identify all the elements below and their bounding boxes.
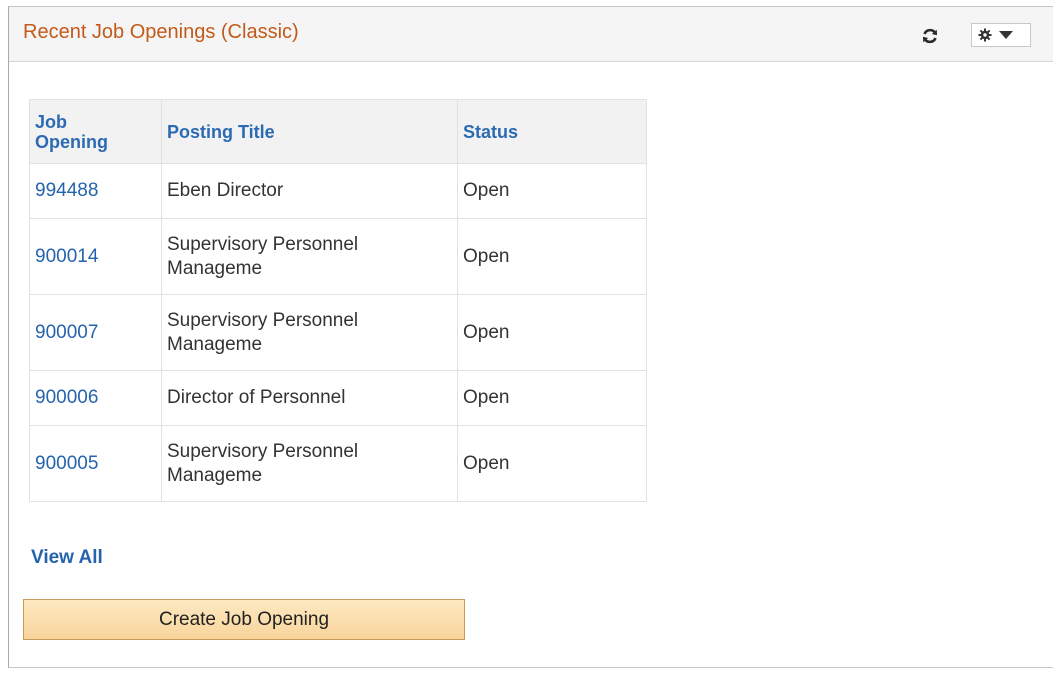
job-opening-cell: 900005 [29, 425, 162, 502]
posting-title-cell: Supervisory Personnel Manageme [161, 294, 458, 371]
column-header-status[interactable]: Status [457, 99, 647, 164]
column-header-job-opening[interactable]: Job Opening [29, 99, 162, 164]
table-row: 900006 Director of Personnel Open [29, 370, 647, 426]
status-cell: Open [457, 294, 647, 371]
status-cell: Open [457, 370, 647, 426]
pagelet-header: Recent Job Openings (Classic) [9, 7, 1053, 62]
job-opening-cell: 900014 [29, 218, 162, 295]
job-opening-cell: 900007 [29, 294, 162, 371]
job-opening-link[interactable]: 900005 [35, 453, 98, 474]
job-opening-link[interactable]: 900007 [35, 322, 98, 343]
job-openings-table: Job Opening Posting Title Status 994488 … [29, 99, 647, 502]
table-row: 900007 Supervisory Personnel Manageme Op… [29, 294, 647, 371]
pagelet-recent-job-openings: Recent Job Openings (Classic) Job Openin… [8, 6, 1053, 668]
posting-title-text: Supervisory Personnel Manageme [167, 233, 359, 279]
actions-menu-button[interactable] [971, 23, 1031, 47]
caret-down-icon [999, 31, 1013, 39]
job-opening-link[interactable]: 900006 [35, 387, 98, 408]
job-opening-cell: 900006 [29, 370, 162, 426]
posting-title-cell: Supervisory Personnel Manageme [161, 425, 458, 502]
view-all-link[interactable]: View All [31, 547, 103, 569]
posting-title-cell: Director of Personnel [161, 370, 458, 426]
posting-title-text: Supervisory Personnel Manageme [167, 440, 359, 486]
posting-title-cell: Supervisory Personnel Manageme [161, 218, 458, 295]
status-cell: Open [457, 425, 647, 502]
status-cell: Open [457, 218, 647, 295]
posting-title-text: Supervisory Personnel Manageme [167, 309, 359, 355]
column-header-label: Job Opening [35, 111, 108, 152]
posting-title-cell: Eben Director [161, 163, 458, 219]
column-header-posting-title[interactable]: Posting Title [161, 99, 458, 164]
job-opening-cell: 994488 [29, 163, 162, 219]
pagelet-title: Recent Job Openings (Classic) [23, 21, 299, 43]
table-row: 994488 Eben Director Open [29, 163, 647, 219]
gear-icon [978, 28, 992, 42]
status-cell: Open [457, 163, 647, 219]
create-job-opening-button[interactable]: Create Job Opening [23, 599, 465, 640]
refresh-icon[interactable] [920, 26, 940, 46]
job-opening-link[interactable]: 994488 [35, 180, 98, 201]
table-row: 900014 Supervisory Personnel Manageme Op… [29, 218, 647, 295]
table-row: 900005 Supervisory Personnel Manageme Op… [29, 425, 647, 502]
table-header-row: Job Opening Posting Title Status [29, 99, 647, 164]
job-opening-link[interactable]: 900014 [35, 246, 98, 267]
